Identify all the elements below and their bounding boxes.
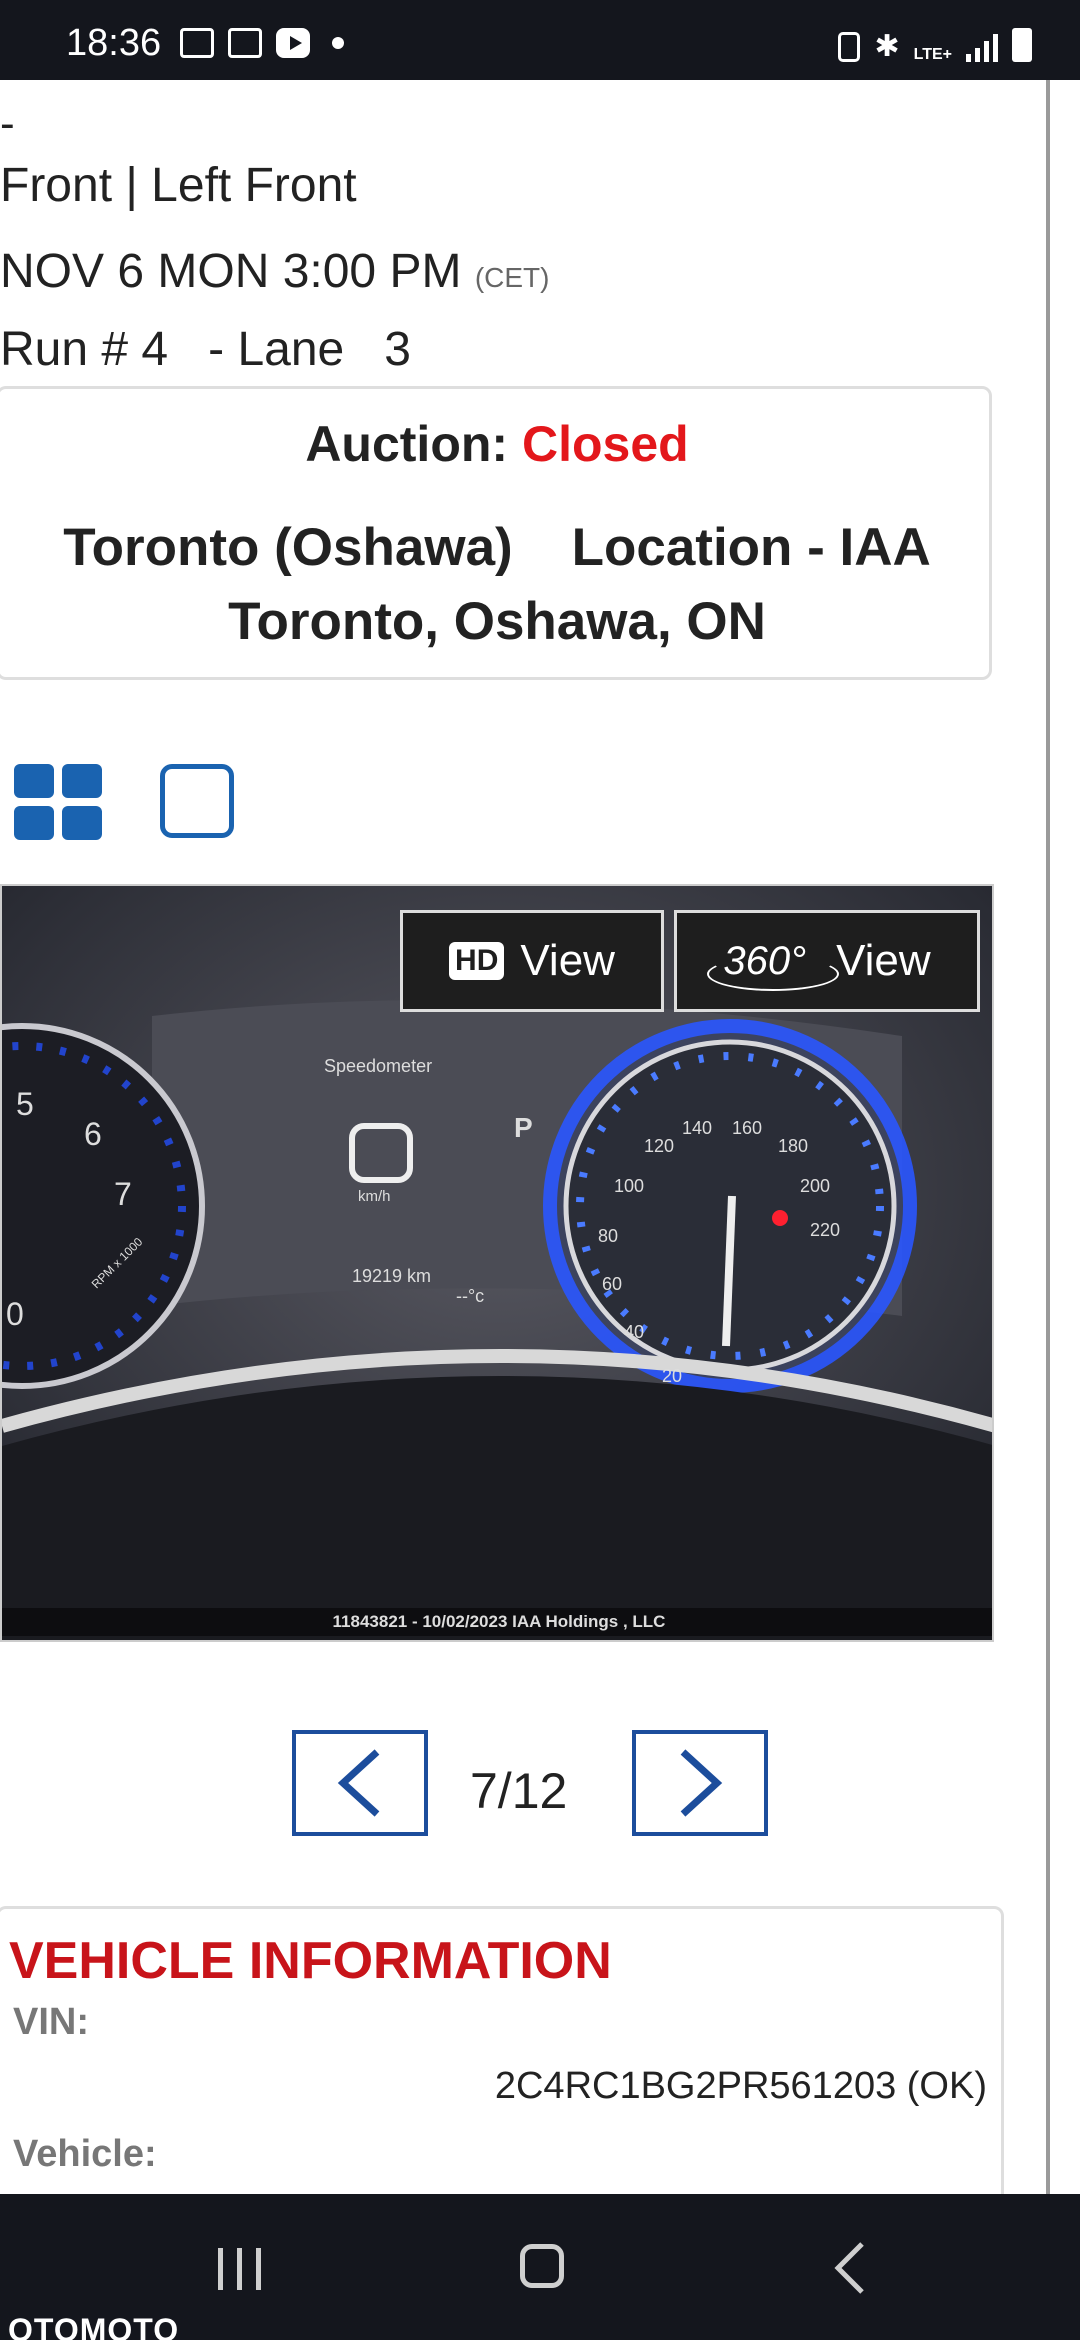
rpm-tick-7: 7 <box>114 1176 132 1212</box>
speed-tick-120: 120 <box>644 1136 675 1156</box>
speed-tick-160: 160 <box>732 1118 763 1138</box>
speed-tick-40: 40 <box>624 1322 645 1342</box>
speed-tick-140: 140 <box>682 1118 713 1138</box>
previous-image-button[interactable] <box>292 1730 428 1836</box>
rpm-tick-6: 6 <box>84 1116 102 1152</box>
recents-button[interactable] <box>218 2248 261 2290</box>
speed-tick-220: 220 <box>810 1220 841 1240</box>
auction-box: Auction: Closed Toronto (Oshawa) Locatio… <box>0 386 992 680</box>
signal-icon <box>966 32 998 62</box>
vehicle-photo[interactable]: Speedometer km/h 19219 km --°c P 5 6 7 0… <box>0 884 994 1642</box>
vin-label: VIN: <box>13 2001 89 2043</box>
vibrate-icon <box>838 32 861 62</box>
360-icon: 360° <box>707 938 839 991</box>
more-notifications-icon <box>332 37 344 49</box>
vehicle-info-box: VEHICLE INFORMATION VIN: 2C4RC1BG2PR5612… <box>0 1906 1004 2194</box>
run-lane: Run # 4 - Lane 3 <box>0 323 411 376</box>
image-position: Front | Left Front <box>0 159 357 212</box>
page-content: - Front | Left Front NOV 6 MON 3:00 PM (… <box>0 80 1046 2194</box>
status-bar: 18:36 ✱ LTE+ <box>0 0 1080 80</box>
chevron-right-icon <box>680 1749 723 1817</box>
bluetooth-icon: ✱ <box>874 30 900 63</box>
auction-status-value: Closed <box>521 416 689 472</box>
auction-status: Auction: Closed <box>0 415 995 473</box>
status-time: 18:36 <box>66 22 162 64</box>
speed-tick-80: 80 <box>598 1226 619 1246</box>
notification-icons <box>180 28 344 58</box>
speed-tick-180: 180 <box>778 1136 809 1156</box>
system-icons: ✱ LTE+ <box>838 28 1032 63</box>
home-button[interactable] <box>520 2244 564 2288</box>
vehicle-info-title: VEHICLE INFORMATION <box>9 1932 612 1990</box>
rpm-tick-0: 0 <box>6 1296 24 1332</box>
single-view-icon[interactable] <box>160 764 234 838</box>
gallery-icon <box>180 28 214 58</box>
battery-icon <box>1012 28 1032 62</box>
timezone: (CET) <box>474 262 550 293</box>
sale-date-text: NOV 6 MON 3:00 PM <box>0 245 462 298</box>
next-image-button[interactable] <box>632 1730 768 1836</box>
360-view-label: View <box>836 936 931 985</box>
speed-tick-60: 60 <box>602 1274 623 1294</box>
speed-tick-100: 100 <box>614 1176 645 1196</box>
location-line-1: Toronto (Oshawa) Location - IAA <box>63 518 931 577</box>
speedometer-label: Speedometer <box>324 1056 433 1076</box>
header-dash: - <box>0 99 15 148</box>
360-view-button[interactable]: 360° View <box>674 910 980 1012</box>
auction-label: Auction: <box>305 416 509 472</box>
hd-icon: HD <box>449 942 505 980</box>
odometer: 19219 km <box>352 1266 432 1286</box>
speed-tick-200: 200 <box>800 1176 831 1196</box>
vin-value: 2C4RC1BG2PR561203 (OK) <box>494 2065 987 2107</box>
chevron-left-icon <box>337 1749 380 1817</box>
rpm-tick-5: 5 <box>16 1086 34 1122</box>
network-type: LTE+ <box>913 46 952 63</box>
youtube-icon <box>276 28 310 58</box>
right-gutter <box>1050 80 1080 2194</box>
vehicle-label: Vehicle: <box>13 2133 157 2175</box>
hd-view-button[interactable]: HD View <box>400 910 664 1012</box>
gear-indicator: P <box>514 1112 533 1143</box>
navigation-bar: OTOMOTO <box>0 2194 1080 2348</box>
back-button[interactable] <box>830 2240 870 2296</box>
calendar-icon <box>228 28 262 58</box>
sale-date: NOV 6 MON 3:00 PM (CET) <box>0 244 549 299</box>
grid-view-icon[interactable] <box>14 764 104 840</box>
hd-view-label: View <box>520 936 615 985</box>
image-counter: 7/12 <box>470 1763 568 1819</box>
speed-tick-20: 20 <box>662 1366 683 1386</box>
outside-temp: --°c <box>456 1286 485 1306</box>
photo-caption: 11843821 - 10/02/2023 IAA Holdings , LLC <box>2 1608 992 1636</box>
otomoto-watermark: OTOMOTO <box>8 2312 180 2348</box>
speed-unit: km/h <box>358 1188 391 1205</box>
location-line-2: Toronto, Oshawa, ON <box>228 592 766 651</box>
